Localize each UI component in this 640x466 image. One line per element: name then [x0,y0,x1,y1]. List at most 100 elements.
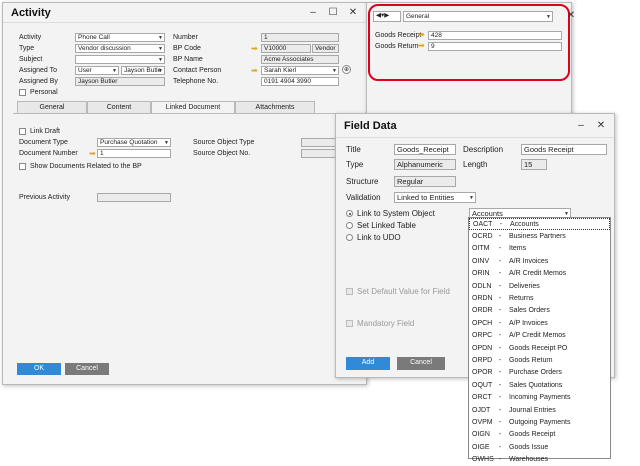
separator: - [498,282,502,290]
validation-select[interactable]: Linked to Entities [394,192,476,203]
separator: - [498,369,502,377]
field-data-titlebar[interactable]: Field Data – ✕ [336,114,614,138]
separator: - [499,220,503,228]
radio-link-udo-label: Link to UDO [357,233,401,242]
link-arrow-icon[interactable]: ➡ [89,150,97,158]
list-item[interactable]: OIGN - Goods Receipt [469,429,610,441]
object-name: Deliveries [509,282,540,290]
separator: - [498,307,502,315]
list-item[interactable]: ORCT - Incoming Payments [469,391,610,403]
minimize-icon[interactable]: – [576,120,586,131]
list-item[interactable]: ORPD - Goods Return [469,354,610,366]
document-type-select[interactable]: Purchase Quotation [97,138,171,147]
system-object-list[interactable]: OACT - Accounts OCRD - Business Partners OITM -… [468,217,611,463]
list-item[interactable]: ORDN - Returns [469,292,610,304]
object-name: Goods Receipt PO [509,344,568,352]
bp-code-field[interactable]: V10000 [261,44,311,53]
separator: - [498,431,502,439]
goods-return-field[interactable]: 9 [428,42,562,51]
separator: - [498,418,502,426]
separator: - [498,245,502,253]
close-icon[interactable]: ✕ [348,7,358,18]
cancel-button[interactable]: Cancel [65,363,109,375]
previous-activity-label: Previous Activity [19,194,70,201]
type-select[interactable]: Vendor discussion [75,44,165,53]
object-code: OINV [472,257,490,265]
radio-link-to-udo[interactable] [346,234,353,241]
next-icon[interactable]: ▶ [384,12,389,19]
list-item[interactable]: OQUT - Sales Quotations [469,379,610,391]
mandatory-checkbox[interactable] [346,320,353,327]
list-item[interactable]: OVPM - Outgoing Payments [469,416,610,428]
radio-link-system-object[interactable] [346,210,353,217]
ok-button[interactable]: OK [17,363,61,375]
object-name: Goods Return [509,356,553,364]
description-field[interactable]: Goods Receipt [521,144,607,155]
radio-linked-table-label: Set Linked Table [357,221,417,230]
object-code: OPDN [472,344,493,352]
separator: - [498,406,502,414]
list-item[interactable]: ORDR - Sales Orders [469,305,610,317]
assigned-to-select[interactable]: User [75,66,119,75]
object-name: Outgoing Payments [509,418,571,426]
info-icon[interactable]: ⊕ [342,65,351,74]
assigned-to-name-select[interactable]: Jayson Butle [121,66,165,75]
document-number-field[interactable]: 1 [97,149,171,158]
side-panel-select[interactable]: General [403,11,553,22]
radio-set-linked-table[interactable] [346,222,353,229]
list-item[interactable]: ORIN - A/R Credit Memos [469,268,610,280]
list-item[interactable]: OITM - Items [469,243,610,255]
tab-general[interactable]: General [17,101,87,113]
close-icon[interactable]: ✕ [596,120,606,131]
separator: - [498,257,502,265]
list-item[interactable]: OPOR - Purchase Orders [469,367,610,379]
object-name: A/R Credit Memos [509,270,567,278]
minimize-icon[interactable]: – [308,7,318,18]
type-field: Alphanumeric [394,159,456,170]
tab-content[interactable]: Content [87,101,151,113]
tab-divider [13,113,355,114]
link-arrow-icon[interactable]: ➡ [418,31,426,39]
list-item[interactable]: OINV - A/R Invoices [469,255,610,267]
list-item[interactable]: OIGE - Goods Issue [469,441,610,453]
list-item[interactable]: OPDN - Goods Receipt PO [469,342,610,354]
list-item[interactable]: ODLN - Deliveries [469,280,610,292]
assigned-by-label: Assigned By [19,78,58,85]
goods-receipt-field[interactable]: 428 [428,31,562,40]
object-name: Sales Quotations [509,381,563,389]
set-default-checkbox[interactable] [346,288,353,295]
side-panel-close-icon[interactable]: ✕ [566,10,576,21]
list-item[interactable]: OWHS - Warehouses [469,453,610,465]
object-name: Goods Issue [509,443,549,451]
show-docs-checkbox[interactable] [19,163,26,170]
add-button[interactable]: Add [346,357,390,370]
list-item[interactable]: OCRD - Business Partners [469,230,610,242]
link-arrow-icon[interactable]: ➡ [418,42,426,50]
title-field[interactable]: Goods_Receipt [394,144,456,155]
personal-checkbox[interactable] [19,89,26,96]
object-name: Warehouses [509,456,549,464]
maximize-icon[interactable]: ☐ [328,7,338,18]
subject-select[interactable] [75,55,165,64]
previous-activity-field [97,193,171,202]
activity-label: Activity [19,34,42,41]
list-item[interactable]: OACT - Accounts [469,218,610,231]
nav-arrows[interactable]: ◀▾▶ [373,11,401,22]
cancel-button[interactable]: Cancel [397,357,445,370]
link-arrow-icon[interactable]: ➡ [251,45,259,53]
link-arrow-icon[interactable]: ➡ [251,67,259,75]
activity-select[interactable]: Phone Call [75,33,165,42]
source-object-type-label: Source Object Type [193,139,255,146]
object-code: ORDN [472,295,493,303]
goods-return-label: Goods Return [375,43,419,50]
contact-person-select[interactable]: Sarah Kierl [261,66,339,75]
tab-attachments[interactable]: Attachments [235,101,315,113]
object-code: OACT [473,220,493,228]
list-item[interactable]: ORPC - A/P Credit Memos [469,330,610,342]
list-item[interactable]: OPCH - A/P Invoices [469,317,610,329]
tab-linked-document[interactable]: Linked Document [151,101,235,113]
link-draft-checkbox[interactable] [19,128,26,135]
telephone-field[interactable]: 0191 4904 3990 [261,77,339,86]
list-item[interactable]: OJDT - Journal Entries [469,404,610,416]
activity-titlebar[interactable]: Activity – ☐ ✕ [3,3,366,23]
